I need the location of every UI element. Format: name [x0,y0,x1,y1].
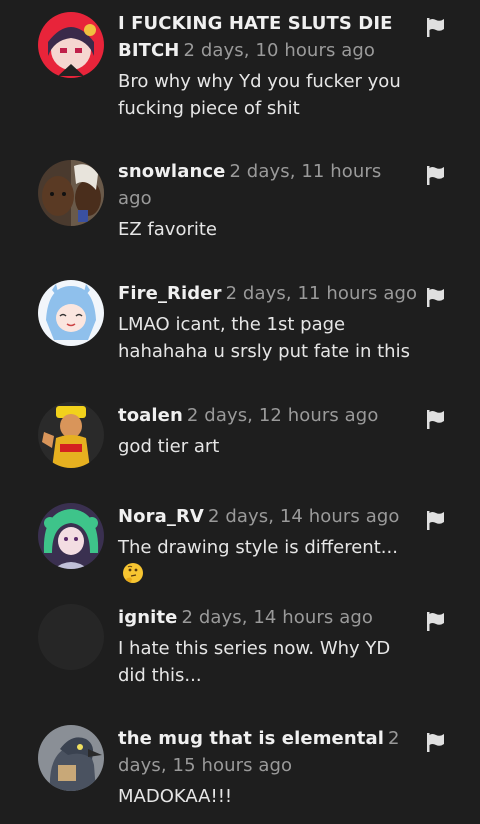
flag-icon[interactable] [424,731,446,753]
flag-icon[interactable] [424,610,446,632]
flag-icon[interactable] [424,509,446,531]
comment-content: Nora_RV 2 days, 14 hours ago The drawing … [118,503,418,588]
timestamp[interactable]: 2 days, 10 hours ago [183,40,375,61]
timestamp[interactable]: 2 days, 14 hours ago [208,506,400,527]
flag-icon[interactable] [424,164,446,186]
username[interactable]: ignite [118,607,177,628]
comment-text: MADOKAA!!! [118,786,233,807]
anime-girl-green-hair-avatar[interactable] [38,503,104,569]
comment-list: I FUCKING HATE SLUTS DIE BITCH 2 days, 10… [0,0,480,824]
comment-header: Nora_RV 2 days, 14 hours ago [118,503,418,530]
comment-header: ignite 2 days, 14 hours ago [118,604,418,631]
username[interactable]: the mug that is elemental [118,728,384,749]
username[interactable]: Fire_Rider [118,283,222,304]
thinking-face-emoji [123,563,143,583]
username[interactable]: Nora_RV [118,506,204,527]
flag-icon[interactable] [424,286,446,308]
timestamp[interactable]: 2 days, 12 hours ago [187,405,379,426]
comment-text-body: The drawing style is different... [118,537,398,558]
comment-header: I FUCKING HATE SLUTS DIE BITCH 2 days, 10… [118,10,418,64]
bird-photo-avatar[interactable] [38,725,104,791]
anime-girl-red-avatar[interactable] [38,12,104,78]
timestamp[interactable]: 2 days, 11 hours ago [226,283,418,304]
comment-content: snowlance 2 days, 11 hours ago EZ favorit… [118,158,418,243]
comment-header: Fire_Rider 2 days, 11 hours ago [118,280,418,307]
comment-content: toalen 2 days, 12 hours ago god tier art [118,402,418,460]
username[interactable]: snowlance [118,161,225,182]
comment-text: I hate this series now. Why YD did this.… [118,638,391,686]
comment-text: Bro why why Yd you fucker you fucking pi… [118,71,401,119]
comment-text: god tier art [118,436,220,457]
timestamp[interactable]: 2 days, 14 hours ago [181,607,373,628]
comment-header: snowlance 2 days, 11 hours ago [118,158,418,212]
comment-text: The drawing style is different... [118,534,418,588]
comment-text: LMAO icant, the 1st page hahahaha u srsl… [118,314,410,362]
flag-icon[interactable] [424,16,446,38]
comment-content: ignite 2 days, 14 hours ago I hate this s… [118,604,418,689]
comment-content: I FUCKING HATE SLUTS DIE BITCH 2 days, 10… [118,10,418,122]
two-men-photo-avatar[interactable] [38,160,104,226]
comment-content: Fire_Rider 2 days, 11 hours ago LMAO ican… [118,280,418,365]
blank-avatar[interactable] [38,604,104,670]
comment-content: the mug that is elemental 2 days, 15 hour… [118,725,418,810]
comment-header: the mug that is elemental 2 days, 15 hour… [118,725,418,779]
username[interactable]: toalen [118,405,183,426]
comment-header: toalen 2 days, 12 hours ago [118,402,418,429]
anime-girl-blue-hair-avatar[interactable] [38,280,104,346]
flag-icon[interactable] [424,408,446,430]
wrestler-photo-avatar[interactable] [38,402,104,468]
comment-text: EZ favorite [118,219,217,240]
